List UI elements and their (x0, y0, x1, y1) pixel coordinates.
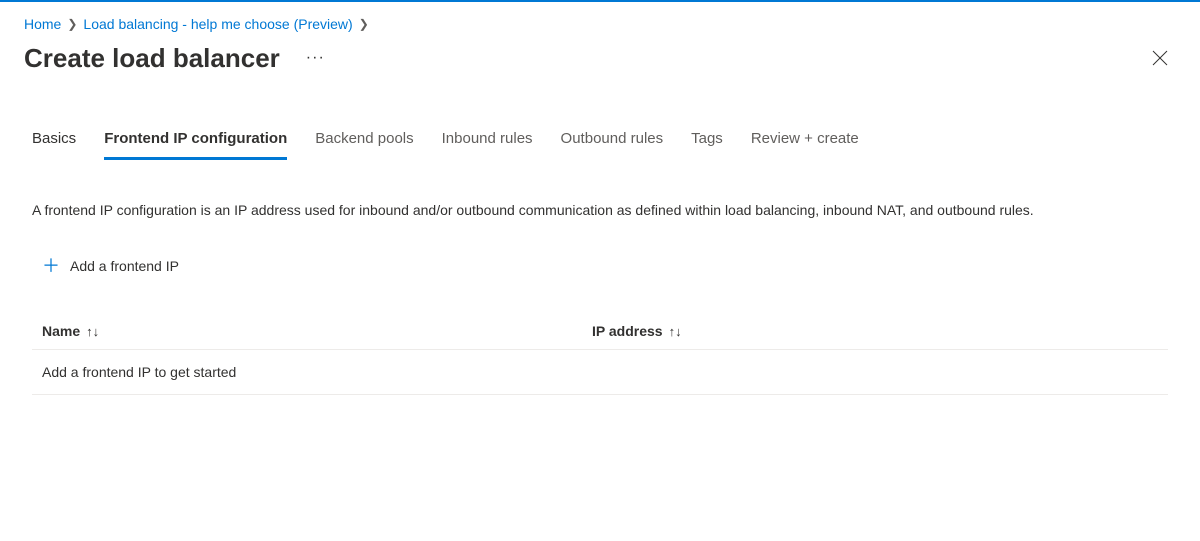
chevron-right-icon: ❯ (359, 17, 369, 31)
tab-backend-pools[interactable]: Backend pools (315, 130, 413, 160)
add-frontend-ip-button[interactable]: ＋ Add a frontend IP (42, 251, 179, 281)
column-header-name-label: Name (42, 323, 80, 339)
close-icon (1152, 50, 1168, 66)
sort-icon: ↑↓ (669, 325, 682, 338)
more-actions-button[interactable]: ··· (298, 45, 333, 71)
table-empty-row: Add a frontend IP to get started (32, 350, 1168, 395)
plus-icon: ＋ (42, 257, 60, 275)
tab-frontend-ip-configuration[interactable]: Frontend IP configuration (104, 130, 287, 160)
page-title: Create load balancer (24, 43, 280, 74)
tab-inbound-rules[interactable]: Inbound rules (442, 130, 533, 160)
breadcrumb: Home ❯ Load balancing - help me choose (… (24, 16, 1176, 32)
tabs: Basics Frontend IP configuration Backend… (24, 130, 1176, 160)
sort-icon: ↑↓ (86, 325, 99, 338)
frontend-ip-table: Name ↑↓ IP address ↑↓ Add a frontend IP … (32, 315, 1168, 395)
column-header-ip-address[interactable]: IP address ↑↓ (592, 323, 1168, 339)
tab-outbound-rules[interactable]: Outbound rules (561, 130, 664, 160)
chevron-right-icon: ❯ (67, 17, 77, 31)
tab-tags[interactable]: Tags (691, 130, 723, 160)
breadcrumb-load-balancing[interactable]: Load balancing - help me choose (Preview… (83, 16, 352, 32)
add-frontend-ip-label: Add a frontend IP (70, 258, 179, 274)
more-horizontal-icon: ··· (306, 49, 325, 66)
close-button[interactable] (1144, 42, 1176, 74)
column-header-ip-label: IP address (592, 323, 663, 339)
column-header-name[interactable]: Name ↑↓ (42, 323, 592, 339)
breadcrumb-home[interactable]: Home (24, 16, 61, 32)
tab-basics[interactable]: Basics (32, 130, 76, 160)
table-empty-message: Add a frontend IP to get started (42, 364, 592, 380)
tab-review-create[interactable]: Review + create (751, 130, 859, 160)
description-text: A frontend IP configuration is an IP add… (32, 200, 1168, 221)
